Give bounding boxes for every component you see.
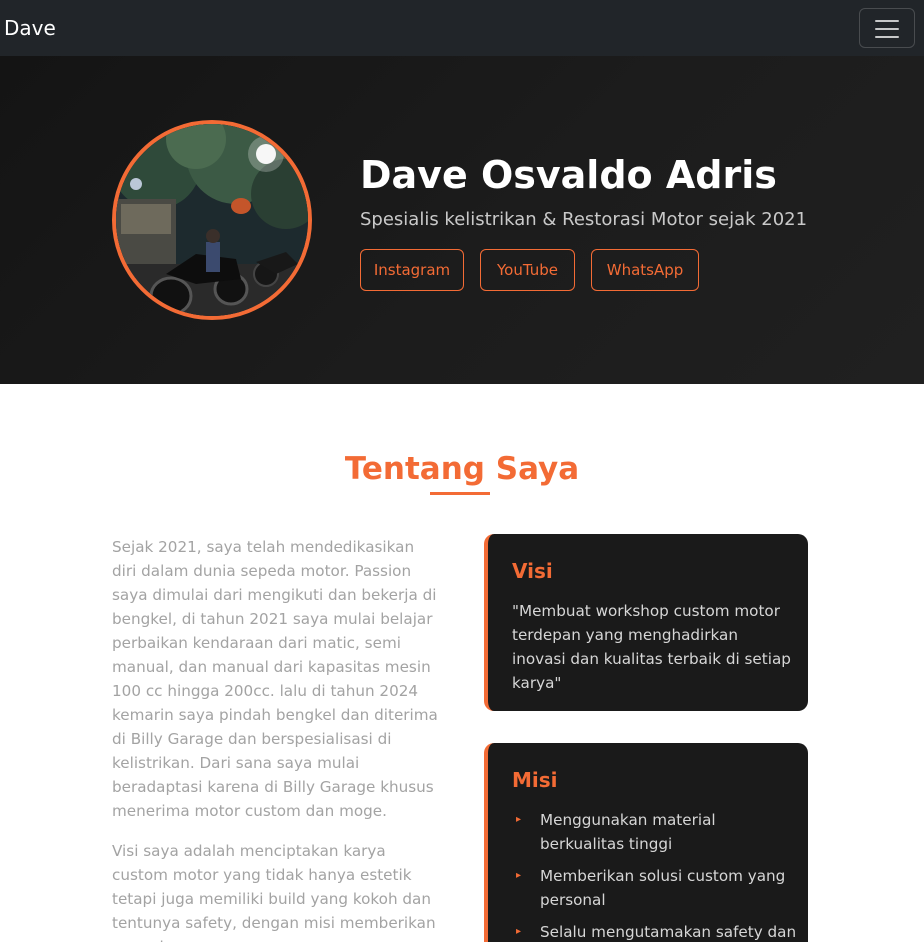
profile-avatar [112, 120, 312, 320]
caret-right-icon: ▸ [516, 870, 522, 881]
hero-name: Dave Osvaldo Adris [360, 153, 777, 197]
misi-title: Misi [512, 768, 558, 792]
hero-section: Dave Osvaldo Adris Spesialis kelistrikan… [0, 56, 924, 384]
misi-item: ▸ Menggunakan material berkualitas tingg… [512, 808, 802, 856]
about-paragraph: Visi saya adalah menciptakan karya custo… [112, 842, 436, 942]
misi-item: ▸ Memberikan solusi custom yang personal [512, 864, 802, 912]
visi-text: "Membuat workshop custom motor terdepan … [512, 602, 791, 692]
about-paragraph: Sejak 2021, saya telah mendedikasikan di… [112, 538, 438, 820]
misi-item-text: Menggunakan material berkualitas tinggi [540, 811, 716, 853]
misi-item-text: Memberikan solusi custom yang personal [540, 867, 786, 909]
caret-right-icon: ▸ [516, 926, 522, 937]
navbar: Dave [0, 0, 924, 56]
youtube-button[interactable]: YouTube [480, 249, 575, 291]
instagram-button[interactable]: Instagram [360, 249, 464, 291]
navbar-toggle-button[interactable] [859, 8, 915, 48]
misi-card: Misi ▸ Menggunakan material berkualitas … [484, 743, 808, 942]
visi-card: Visi "Membuat workshop custom motor terd… [484, 534, 808, 711]
title-underline [430, 492, 490, 495]
hero-subtitle: Spesialis kelistrikan & Restorasi Motor … [360, 209, 808, 230]
misi-list: ▸ Menggunakan material berkualitas tingg… [512, 808, 802, 942]
navbar-brand[interactable]: Dave [4, 15, 56, 41]
misi-item-text: Selalu mengutamakan safety dan [540, 923, 797, 941]
section-title-about: Tentang Saya [344, 451, 580, 487]
misi-item: ▸ Selalu mengutamakan safety dan [512, 920, 802, 942]
about-text: Sejak 2021, saya telah mendedikasikan di… [112, 535, 442, 942]
whatsapp-button[interactable]: WhatsApp [591, 249, 699, 291]
caret-right-icon: ▸ [516, 814, 522, 825]
visi-title: Visi [512, 559, 553, 583]
